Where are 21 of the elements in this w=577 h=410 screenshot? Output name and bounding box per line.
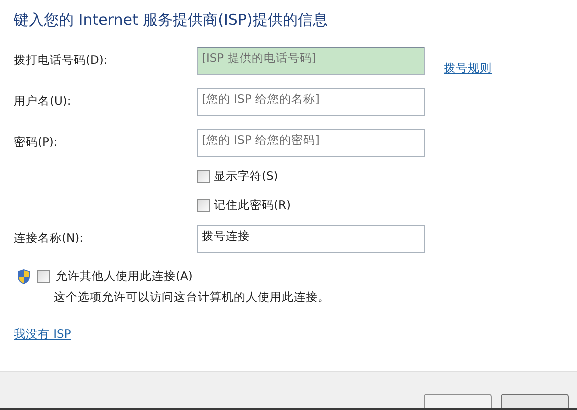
checkbox[interactable]	[37, 270, 50, 284]
input-field[interactable]: [您的 ISP 给您的名称]	[197, 88, 425, 116]
dialog-button[interactable]	[501, 394, 569, 408]
checkbox[interactable]	[197, 198, 210, 212]
no-isp-link[interactable]: 我没有 ISP	[14, 326, 72, 343]
option-description: 这个选项允许可以访问这台计算机的人使用此连接。	[54, 289, 331, 306]
dialog-button[interactable]	[424, 394, 492, 408]
checkbox-label: 记住此密码(R)	[214, 196, 291, 214]
field-label: 拨打电话号码(D):	[14, 52, 109, 69]
shield-icon	[17, 268, 31, 285]
checkbox[interactable]	[197, 170, 210, 183]
checkbox-label: 允许其他人使用此连接(A)	[56, 268, 193, 285]
dialog-heading: 键入您的 Internet 服务提供商(ISP)提供的信息	[14, 10, 329, 31]
checkbox-label: 显示字符(S)	[214, 168, 278, 184]
field-label: 密码(P):	[14, 134, 59, 151]
field-label: 用户名(U):	[14, 92, 72, 110]
field-label: 连接名称(N):	[14, 230, 84, 248]
input-field[interactable]: [ISP 提供的电话号码]	[197, 46, 425, 74]
input-field[interactable]: 拨号连接	[197, 225, 425, 253]
dialing-rules-link[interactable]: 拨号规则	[444, 60, 492, 78]
input-field[interactable]: [您的 ISP 给您的密码]	[197, 128, 425, 156]
